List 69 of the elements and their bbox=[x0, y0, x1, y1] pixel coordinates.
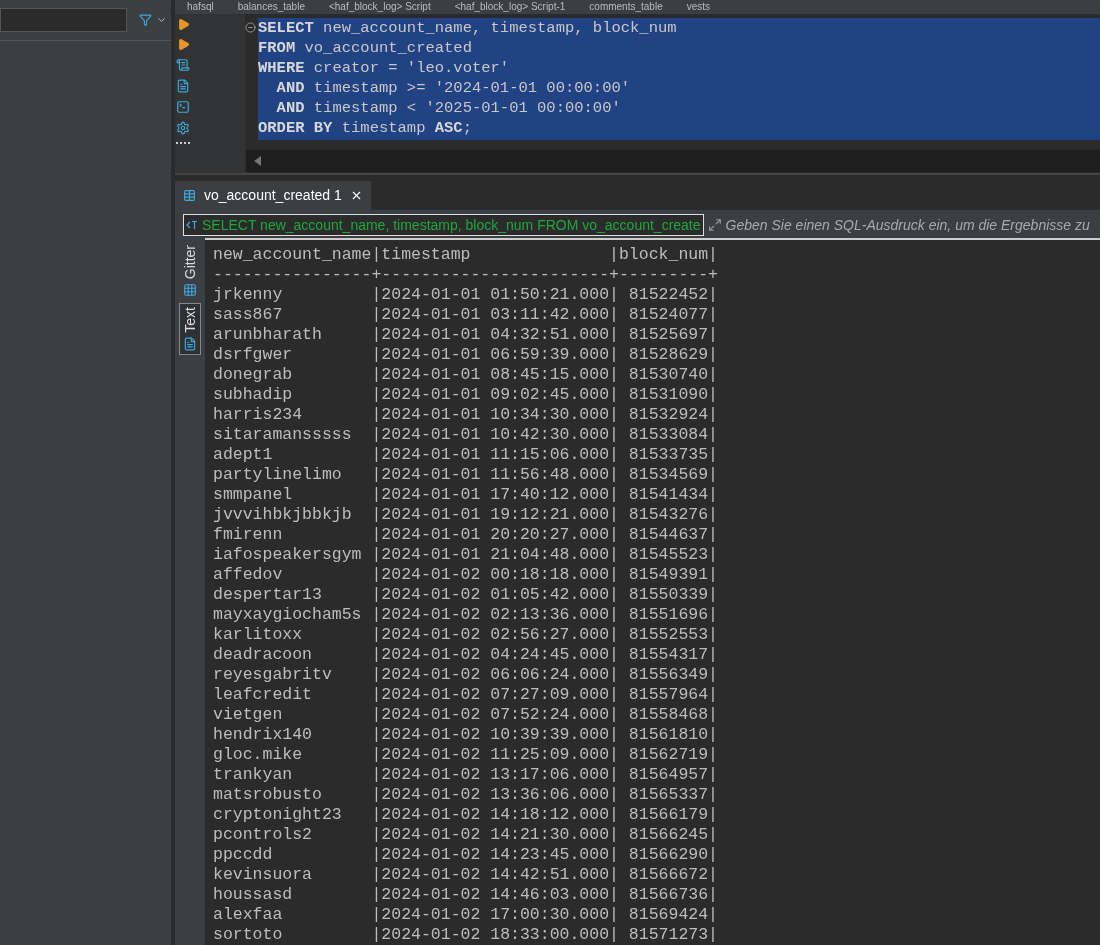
grid-icon bbox=[183, 283, 197, 298]
result-line: jrkenny |2024-01-01 01:50:21.000| 81522452| bbox=[213, 285, 718, 305]
result-tab[interactable]: vo_account_created 1 bbox=[175, 180, 371, 211]
view-tab[interactable]: Gitter bbox=[180, 242, 200, 301]
result-line: ppccdd |2024-01-02 14:23:45.000| 81566290| bbox=[213, 845, 718, 865]
result-line: sass867 |2024-01-01 03:11:42.000| 81524077| bbox=[213, 305, 718, 325]
table-icon bbox=[183, 189, 196, 202]
result-line: arunbharath |2024-01-01 04:32:51.000| 81525697| bbox=[213, 325, 718, 345]
editor-tab[interactable]: <haf_block_log> Script bbox=[316, 0, 443, 14]
result-line: mayxaygiocham5s |2024-01-02 02:13:36.000| 81551696| bbox=[213, 605, 718, 625]
sql-line: AND timestamp >= '2024-01-01 00:00:00' bbox=[275, 77, 632, 98]
result-line: despertar13 |2024-01-02 01:05:42.000| 81550339| bbox=[213, 585, 718, 605]
result-line: donegrab |2024-01-01 08:45:15.000| 81530740| bbox=[213, 365, 718, 385]
result-line: alexfaa |2024-01-02 17:00:30.000| 81569424| bbox=[213, 905, 718, 925]
result-line: trankyan |2024-01-02 13:17:06.000| 81564957| bbox=[213, 765, 718, 785]
expand-icon[interactable] bbox=[707, 218, 722, 233]
editor-tab[interactable]: comments_table bbox=[577, 0, 675, 14]
result-line: smmpanel |2024-01-01 17:40:12.000| 81541434| bbox=[213, 485, 718, 505]
sql-line: ORDER BY timestamp ASC; bbox=[258, 117, 473, 138]
result-line: ----------------+-----------------------+---------+ bbox=[213, 265, 718, 285]
scroll-left-icon[interactable] bbox=[254, 155, 261, 166]
more-icon[interactable] bbox=[176, 141, 190, 145]
editor-tab[interactable]: vests bbox=[674, 0, 723, 14]
result-line: hendrix140 |2024-01-02 10:39:39.000| 81561810| bbox=[213, 725, 718, 745]
script-icon[interactable] bbox=[176, 57, 190, 72]
fold-icon[interactable] bbox=[245, 21, 256, 33]
horizontal-scrollbar[interactable] bbox=[246, 149, 1100, 172]
text-icon bbox=[183, 336, 197, 351]
sql-line: WHERE creator = 'leo.voter' bbox=[258, 57, 511, 78]
result-line: reyesgabritv |2024-01-02 06:06:24.000| 81556349| bbox=[213, 665, 718, 685]
result-line: leafcredit |2024-01-02 07:27:09.000| 81557964| bbox=[213, 685, 718, 705]
result-line: dsrfgwer |2024-01-01 06:59:39.000| 81528629| bbox=[213, 345, 718, 365]
result-line: pcontrols2 |2024-01-02 14:21:30.000| 81566245| bbox=[213, 825, 718, 845]
result-line: gloc.mike |2024-01-02 11:25:09.000| 81562719| bbox=[213, 745, 718, 765]
result-line: partylinelimo |2024-01-01 11:56:48.000| 81534569| bbox=[213, 465, 718, 485]
result-line: karlitoxx |2024-01-02 02:56:27.000| 81552553| bbox=[213, 625, 718, 645]
result-line: deadracoon |2024-01-02 04:24:45.000| 81554317| bbox=[213, 645, 718, 665]
terminal-icon[interactable] bbox=[176, 99, 190, 114]
result-line: harris234 |2024-01-01 10:34:30.000| 81532924| bbox=[213, 405, 718, 425]
sql-filter-icon bbox=[186, 219, 198, 232]
result-line: subhadip |2024-01-01 09:02:45.000| 81531090| bbox=[213, 385, 718, 405]
search-field[interactable] bbox=[0, 8, 127, 32]
settings-icon[interactable] bbox=[176, 120, 190, 135]
result-line: cryptonight23 |2024-01-02 14:18:12.000| 81566179| bbox=[213, 805, 718, 825]
filter-icon[interactable] bbox=[139, 13, 152, 27]
run-new-tab-icon[interactable] bbox=[176, 37, 190, 51]
view-tab[interactable]: Text bbox=[179, 303, 201, 355]
result-line: sitaramansssss |2024-01-01 10:42:30.000| 81533084| bbox=[213, 425, 718, 445]
editor-tab[interactable]: <haf_block_log> Script-1 bbox=[442, 0, 578, 14]
result-line: adept1 |2024-01-01 11:15:06.000| 81533735| bbox=[213, 445, 718, 465]
run-icon[interactable] bbox=[176, 17, 190, 31]
result-line: new_account_name|timestamp |block_num| bbox=[213, 245, 718, 265]
sql-editor[interactable]: SELECT new_account_name, timestamp, block_num FROM vo_account_created WHERE creator = 'leo.voter' AND timestamp >= '2024-01-01 00:00:00' AND timestamp < '2025-01-01 00:00:00' ORDER BY timestamp ASC; bbox=[258, 17, 1100, 140]
result-line: iafospeakersgym |2024-01-01 21:04:48.000| 81545523| bbox=[213, 545, 718, 565]
result-line: fmirenn |2024-01-01 20:20:27.000| 81544637| bbox=[213, 525, 718, 545]
sql-line: FROM vo_account_created bbox=[258, 37, 473, 58]
editor-tab[interactable]: balances_table bbox=[225, 0, 317, 14]
result-line: affedov |2024-01-02 00:18:18.000| 81549391| bbox=[213, 565, 718, 585]
editor-tab[interactable]: hafsql bbox=[175, 0, 226, 14]
document-icon[interactable] bbox=[176, 78, 190, 93]
result-line: jvvvihbkjbbkjb |2024-01-01 19:12:21.000| 81543276| bbox=[213, 505, 718, 525]
result-line: vietgen |2024-01-02 07:52:24.000| 81558468| bbox=[213, 705, 718, 725]
filter-field[interactable]: SELECT new_account_name, timestamp, block_num FROM vo_account_create bbox=[183, 214, 704, 237]
result-line: houssasd |2024-01-02 14:46:03.000| 81566736| bbox=[213, 885, 718, 905]
result-line: kevinsuora |2024-01-02 14:42:51.000| 81566672| bbox=[213, 865, 718, 885]
result-line: sortoto |2024-01-02 18:33:00.000| 81571273| bbox=[213, 925, 718, 945]
result-line: matsrobusto |2024-01-02 13:36:06.000| 81565337| bbox=[213, 785, 718, 805]
sql-line: SELECT new_account_name, timestamp, block_num bbox=[258, 17, 678, 38]
sql-line: AND timestamp < '2025-01-01 00:00:00' bbox=[275, 97, 622, 118]
